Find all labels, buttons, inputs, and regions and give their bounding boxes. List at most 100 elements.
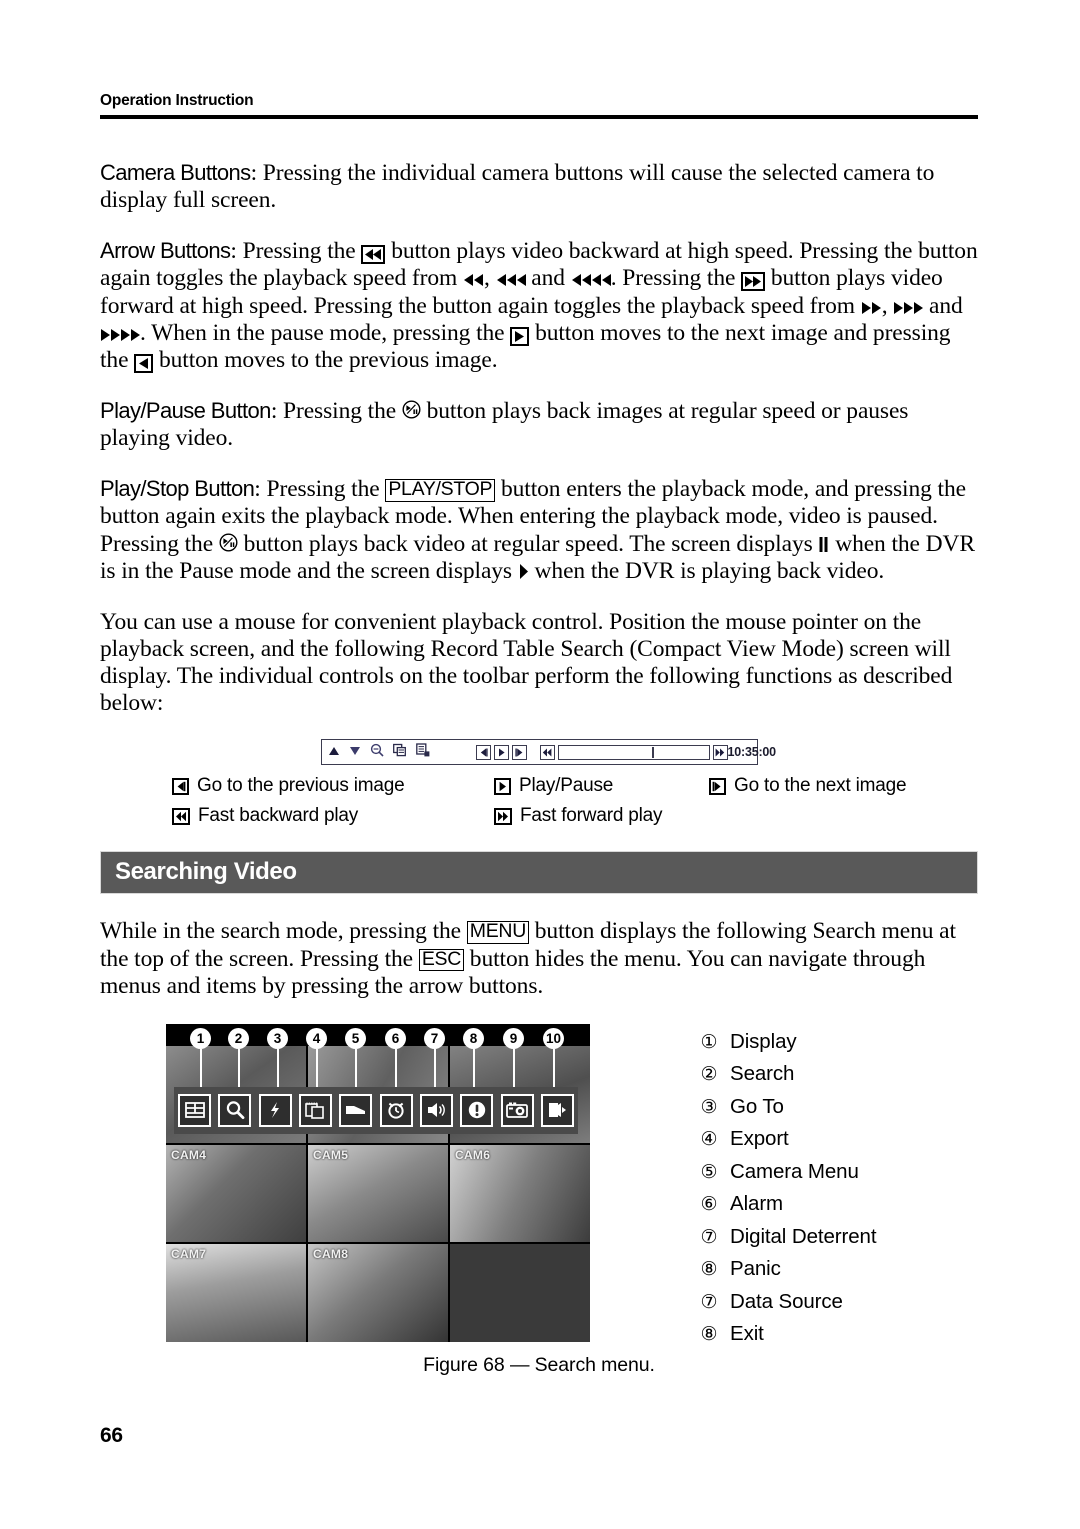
arrow-buttons-colon: : [230, 238, 237, 265]
slider-thumb[interactable] [651, 746, 654, 758]
list-item: ② Search [698, 1062, 998, 1086]
export-icon[interactable] [298, 1093, 332, 1127]
triangle-down-icon[interactable] [349, 743, 361, 761]
fast-forward-icon [494, 807, 512, 825]
callout-number: 7 [424, 1027, 445, 1049]
list-item: ⑧ Exit [698, 1322, 998, 1346]
toolbar-legend: Go to the previous image Play/Pause Go t… [100, 775, 978, 827]
legend-item-previous-image: Go to the previous image [172, 775, 494, 797]
legend-row-1: Go to the previous image Play/Pause Go t… [100, 775, 978, 797]
magnifier-minus-icon[interactable] [370, 743, 384, 762]
next-image-icon [510, 326, 530, 346]
callout-3: 3 [267, 1027, 289, 1093]
paragraph-arrow-buttons: Arrow Buttons: Pressing the button plays… [100, 238, 978, 374]
callout-7: 7 [424, 1027, 446, 1093]
callout-4: 4 [306, 1027, 328, 1093]
list-marker: ⑧ [700, 1259, 718, 1281]
play-pause-circle-icon-2 [219, 533, 238, 552]
callout-number: 8 [463, 1027, 484, 1049]
camera-tile[interactable]: CAM5 [308, 1145, 448, 1243]
esc-keycap: ESC [418, 948, 465, 972]
section-heading-searching-video: Searching Video [100, 851, 978, 895]
play-pause-button[interactable] [493, 744, 509, 760]
list-item: ③ Go To [698, 1095, 998, 1119]
paragraph-searching-video: While in the search mode, pressing the M… [100, 918, 978, 999]
play-triangle-icon [518, 563, 529, 579]
alarm-clock-icon[interactable] [379, 1093, 413, 1127]
list-label: Data Source [730, 1289, 843, 1313]
callout-number: 3 [267, 1027, 288, 1049]
record-table-icon[interactable] [392, 743, 407, 762]
previous-image-icon [172, 777, 189, 795]
play-pause-colon: : [270, 397, 278, 424]
panic-exclamation-icon[interactable] [460, 1093, 494, 1127]
display-grid-icon[interactable] [178, 1093, 211, 1127]
search-magnifier-icon[interactable] [218, 1093, 252, 1127]
callout-10: 10 [543, 1027, 565, 1093]
arrow-text-8: and [929, 292, 963, 319]
callout-number: 9 [503, 1027, 524, 1049]
legend-item-next-image: Go to the next image [709, 775, 959, 797]
list-marker: ③ [700, 1096, 718, 1118]
play-stop-lead: Play/Stop Button [100, 476, 255, 502]
menu-keycap: MENU [466, 921, 529, 944]
camera-buttons-lead: Camera Buttons [100, 160, 251, 185]
data-source-icon[interactable] [500, 1093, 534, 1127]
list-marker: ⑥ [700, 1194, 718, 1216]
rewind-4x-icon [571, 274, 611, 287]
figure-callouts: 1 2 3 4 5 6 7 8 9 10 [166, 1024, 590, 1093]
playback-time: 10:35:00 [727, 745, 777, 760]
callout-9: 9 [503, 1027, 525, 1093]
camera-tile[interactable]: CAM8 [308, 1244, 448, 1342]
callout-number: 6 [385, 1027, 406, 1049]
callout-8: 8 [463, 1027, 485, 1093]
list-item: ⑦ Digital Deterrent [698, 1225, 998, 1249]
play-stop-text-5: when the DVR is playing back video. [534, 557, 885, 584]
fast-forward-button[interactable] [712, 744, 728, 760]
paragraph-mouse-control: You can use a mouse for convenient playb… [100, 609, 978, 718]
list-label: Search [730, 1062, 795, 1086]
go-to-arrow-icon[interactable] [258, 1093, 292, 1127]
camera-tile[interactable]: CAM4 [166, 1145, 306, 1243]
previous-image-button[interactable] [475, 744, 491, 760]
arrow-text-9: . When in the pause mode, pressing the [140, 319, 505, 346]
arrow-text-7: , [881, 292, 888, 319]
timeline-slider[interactable] [557, 744, 710, 760]
digital-deterrent-speaker-icon[interactable] [419, 1093, 453, 1127]
event-list-icon[interactable] [415, 743, 430, 762]
legend-label: Go to the previous image [197, 775, 405, 797]
fast-backward-button[interactable] [539, 744, 555, 760]
play-pause-text-1: Pressing the [283, 397, 397, 424]
exit-door-icon[interactable] [540, 1093, 574, 1127]
rewind-2x-icon [463, 274, 484, 287]
camera-tile[interactable]: CAM7 [166, 1244, 306, 1342]
camera-label: CAM5 [313, 1148, 349, 1163]
triangle-up-icon[interactable] [328, 743, 340, 761]
toolbar-left-group [328, 743, 430, 762]
paragraph-camera-buttons: Camera Buttons: Pressing the individual … [100, 160, 978, 214]
next-image-button[interactable] [511, 744, 527, 760]
play-stop-keycap: PLAY/STOP [385, 479, 496, 502]
arrow-text-4: and [531, 265, 565, 292]
arrow-text-5: . Pressing the [610, 265, 736, 292]
legend-item-fast-forward: Fast forward play [494, 805, 709, 827]
camera-tile-empty[interactable] [450, 1244, 590, 1342]
paragraph-play-pause-button: Play/Pause Button: Pressing the button p… [100, 398, 978, 452]
page-number: 66 [100, 1424, 123, 1447]
play-stop-text-3: button plays back video at regular speed… [243, 530, 813, 557]
camera-tile[interactable]: CAM6 [450, 1145, 590, 1243]
camera-menu-icon[interactable] [339, 1093, 373, 1127]
legend-label: Fast backward play [198, 805, 359, 827]
callout-2: 2 [228, 1027, 250, 1093]
forward-4x-icon [100, 328, 140, 341]
compact-view-toolbar-figure: 10:35:00 [100, 739, 978, 766]
rewind-3x-icon [496, 274, 526, 287]
callout-6: 6 [385, 1027, 407, 1093]
list-item: ⑦ Data Source [698, 1290, 998, 1314]
list-label: Exit [730, 1322, 764, 1346]
playback-toolbar[interactable]: 10:35:00 [320, 739, 776, 766]
mouse-paragraph-text: You can use a mouse for convenient playb… [100, 608, 953, 717]
figure-caption: Figure 68 — Search menu. [423, 1353, 655, 1376]
play-stop-colon: : [254, 476, 261, 503]
figure-68: CAM4 CAM5 CAM6 CAM7 CAM8 1 2 3 4 5 6 7 8… [100, 1023, 978, 1376]
